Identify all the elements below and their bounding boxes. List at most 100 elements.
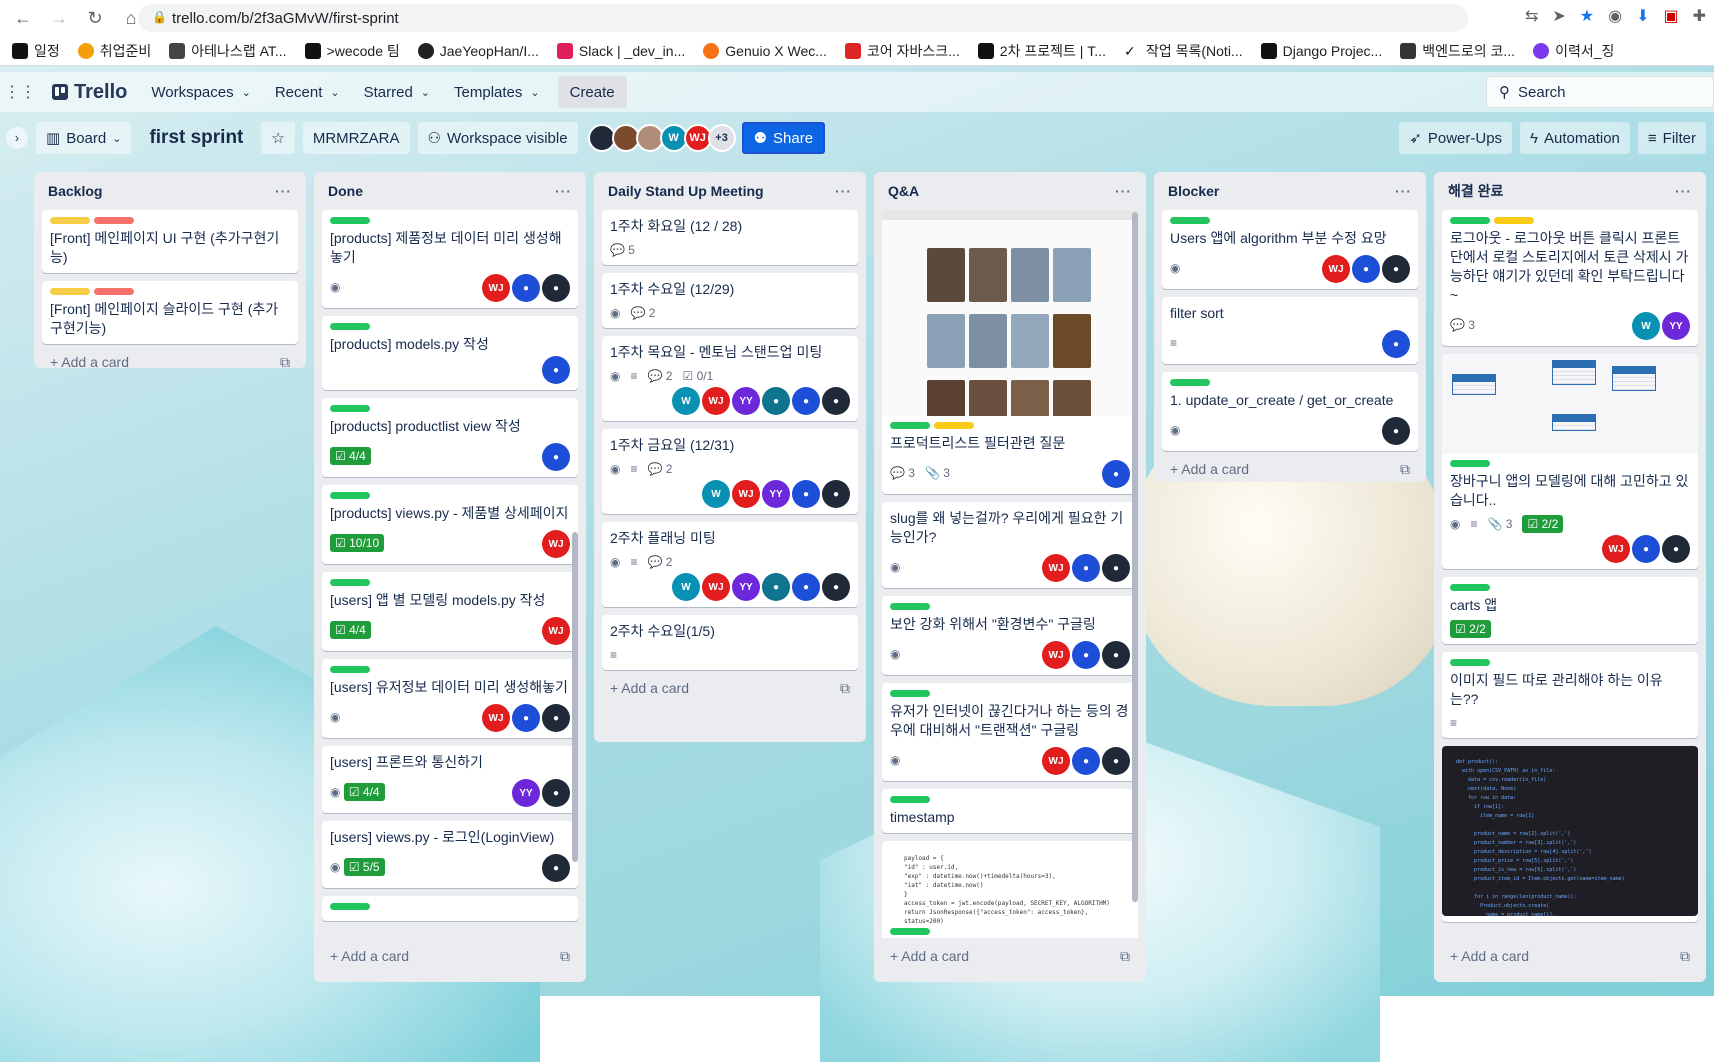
visibility-button[interactable]: ⚇ Workspace visible xyxy=(417,122,578,154)
bookmark-12[interactable]: 이력서_징 xyxy=(1533,41,1614,61)
avatar[interactable]: ● xyxy=(792,573,820,601)
avatar[interactable]: WJ xyxy=(1322,255,1350,283)
list-header[interactable]: Daily Stand Up Meeting ··· xyxy=(602,172,858,210)
card[interactable]: [products] 제품정보 데이터 미리 생성해놓기 ◉ WJ ● ● xyxy=(322,210,578,308)
starred-menu[interactable]: Starred ⌄ xyxy=(352,76,442,108)
card[interactable]: [Front] 메인페이지 슬라이드 구현 (추가구현기능) xyxy=(42,281,298,344)
label-yellow[interactable] xyxy=(50,217,90,224)
bookmark-4[interactable]: JaeYeopHan/I... xyxy=(417,42,539,59)
avatar[interactable]: ● xyxy=(1072,747,1100,775)
label-green[interactable] xyxy=(1170,217,1210,224)
label-yellow[interactable] xyxy=(50,288,90,295)
puzzle-icon[interactable]: ✚ xyxy=(1693,6,1706,26)
avatar[interactable]: ● xyxy=(792,387,820,415)
avatar[interactable]: ● xyxy=(1072,554,1100,582)
template-icon[interactable]: ⧉ xyxy=(1680,948,1690,965)
avatar[interactable]: ● xyxy=(1382,330,1410,358)
avatar[interactable]: ● xyxy=(542,704,570,732)
card[interactable]: Users 앱에 algorithm 부분 수정 요망 ◉ WJ ● ● xyxy=(1162,210,1418,289)
add-card-button[interactable]: + Add a card ⧉ xyxy=(42,344,298,369)
card[interactable]: carts 앱 ☑ 2/2 xyxy=(1442,577,1698,644)
recent-menu[interactable]: Recent ⌄ xyxy=(263,76,352,108)
template-icon[interactable]: ⧉ xyxy=(1120,948,1130,965)
template-icon[interactable]: ⧉ xyxy=(1400,461,1410,478)
card[interactable]: 1주차 화요일 (12 / 28) 💬 5 xyxy=(602,210,858,265)
label-red[interactable] xyxy=(94,217,134,224)
label-green[interactable] xyxy=(1450,584,1490,591)
add-card-button[interactable]: + Add a card ⧉ xyxy=(322,938,578,974)
avatar[interactable]: YY xyxy=(1662,312,1690,340)
label-green[interactable] xyxy=(330,405,370,412)
card[interactable]: payload = { "id" : user.id, "exp" : date… xyxy=(882,841,1138,938)
label-green[interactable] xyxy=(890,690,930,697)
card[interactable]: 1주차 수요일 (12/29) ◉ 💬 2 xyxy=(602,273,858,328)
reload-icon[interactable]: ↻ xyxy=(82,5,108,31)
send-icon[interactable]: ➤ xyxy=(1552,6,1565,26)
bookmark-7[interactable]: 코어 자바스크... xyxy=(844,41,960,61)
card[interactable]: 1. update_or_create / get_or_create ◉ ● xyxy=(1162,372,1418,451)
bookmark-star-icon[interactable]: ★ xyxy=(1580,6,1594,26)
avatar[interactable]: ● xyxy=(1072,641,1100,669)
avatar[interactable]: ● xyxy=(1102,460,1130,488)
card[interactable]: [products] productlist view 작성 ☑ 4/4 ● xyxy=(322,398,578,477)
camera-icon[interactable]: ◉ xyxy=(1608,6,1622,26)
avatar[interactable]: WJ xyxy=(482,704,510,732)
bookmark-6[interactable]: Genuio X Wec... xyxy=(703,42,827,59)
board-view-switcher[interactable]: ▥ Board ⌄ xyxy=(36,122,132,154)
card[interactable]: [products] views.py - 제품별 상세페이지 ☑ 10/10 … xyxy=(322,485,578,564)
label-green[interactable] xyxy=(890,422,930,429)
bookmark-3[interactable]: >wecode 팀 xyxy=(304,41,400,61)
avatar[interactable]: ● xyxy=(1632,535,1660,563)
create-button[interactable]: Create xyxy=(557,76,627,108)
card[interactable]: 장바구니 앱의 모델링에 대해 고민하고 있습니다.. ◉ ≡ 📎 3 ☑ 2/2 W… xyxy=(1442,354,1698,569)
card[interactable]: 1주차 금요일 (12/31) ◉ ≡ 💬 2 W WJ YY ● ● xyxy=(602,429,858,514)
card[interactable]: filter sort ≡ ● xyxy=(1162,297,1418,364)
avatar[interactable]: ● xyxy=(762,573,790,601)
avatar[interactable]: ● xyxy=(542,854,570,882)
app-switcher-icon[interactable]: ⋮⋮ xyxy=(0,76,40,108)
avatar[interactable]: ● xyxy=(822,573,850,601)
card[interactable]: [users] 프론트와 통신하기 ◉ ☑ 4/4 YY ● xyxy=(322,746,578,813)
avatar[interactable]: ● xyxy=(542,274,570,302)
card[interactable]: 로그아웃 - 로그아웃 버튼 클릭시 프론트단에서 로컬 스토리지에서 토큰 삭… xyxy=(1442,210,1698,346)
add-card-button[interactable]: + Add a card ⧉ xyxy=(882,938,1138,974)
card[interactable]: [users] 유저정보 데이터 미리 생성해놓기 ◉ WJ ● ● xyxy=(322,659,578,738)
avatar[interactable]: ● xyxy=(822,480,850,508)
avatar[interactable]: ● xyxy=(542,779,570,807)
avatar[interactable]: ● xyxy=(1102,554,1130,582)
list-menu-icon[interactable]: ··· xyxy=(835,183,852,199)
list-header[interactable]: Done ··· xyxy=(322,172,578,210)
list-menu-icon[interactable]: ··· xyxy=(1395,183,1412,199)
templates-menu[interactable]: Templates ⌄ xyxy=(442,76,552,108)
list-menu-icon[interactable]: ··· xyxy=(1115,183,1132,199)
bookmark-2[interactable]: 아테나스랩 AT... xyxy=(169,41,287,61)
search-input[interactable]: ⚲ Search xyxy=(1486,76,1714,108)
avatar[interactable]: W xyxy=(672,387,700,415)
share-button[interactable]: ⚉ Share xyxy=(741,122,826,154)
avatar[interactable]: W xyxy=(702,480,730,508)
bookmark-11[interactable]: 백엔드로의 코... xyxy=(1400,41,1515,61)
avatar[interactable]: WJ xyxy=(702,573,730,601)
list-header[interactable]: Backlog ··· xyxy=(42,172,298,210)
trello-logo[interactable]: Trello xyxy=(40,81,139,104)
card[interactable] xyxy=(322,896,578,921)
card[interactable]: def product(): with open(CSV_PATH) as in… xyxy=(1442,746,1698,922)
label-green[interactable] xyxy=(330,666,370,673)
board-title[interactable]: first sprint xyxy=(139,122,253,154)
template-icon[interactable]: ⧉ xyxy=(280,354,290,369)
card[interactable]: slug를 왜 넣는걸까? 우리에게 필요한 기능인가? ◉ WJ ● ● xyxy=(882,502,1138,588)
avatar[interactable]: WJ xyxy=(732,480,760,508)
list-header[interactable]: 해결 완료 ··· xyxy=(1442,172,1698,210)
list-menu-icon[interactable]: ··· xyxy=(1675,183,1692,199)
avatar[interactable]: WJ xyxy=(1042,554,1070,582)
avatar[interactable]: W xyxy=(672,573,700,601)
add-card-button[interactable]: + Add a card ⧉ xyxy=(602,670,858,706)
avatar[interactable]: ● xyxy=(1662,535,1690,563)
avatar[interactable]: WJ xyxy=(542,617,570,645)
avatar[interactable]: WJ xyxy=(1602,535,1630,563)
label-red[interactable] xyxy=(94,288,134,295)
avatar[interactable]: W xyxy=(1632,312,1660,340)
avatar[interactable]: YY xyxy=(732,573,760,601)
extension-badge-icon[interactable]: ▣ xyxy=(1663,6,1678,26)
workspaces-menu[interactable]: Workspaces ⌄ xyxy=(139,76,262,108)
